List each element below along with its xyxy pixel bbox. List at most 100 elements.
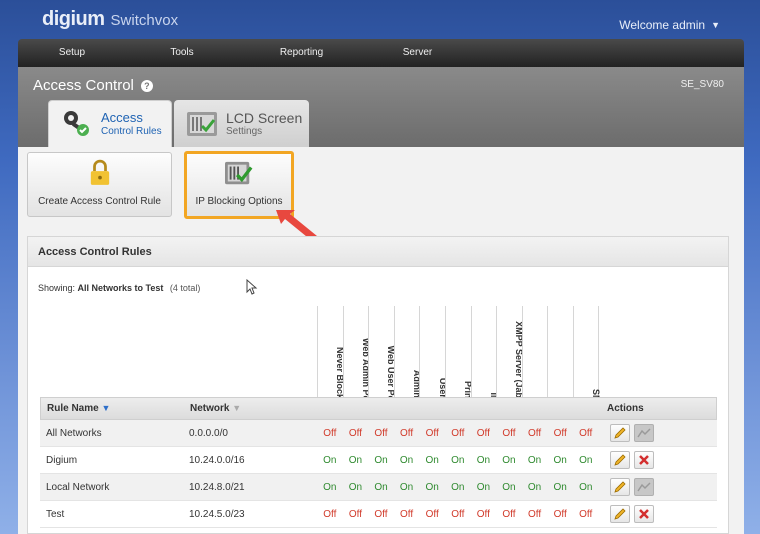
create-rule-label: Create Access Control Rule	[38, 196, 161, 207]
tab-lcd-screen-settings[interactable]: LCD Screen Settings	[174, 100, 309, 147]
ip-blocking-icon	[225, 161, 253, 185]
table-row: Digium 10.24.0.0/16 On On On On On On On On On On On	[40, 447, 717, 474]
nav-reporting[interactable]: Reporting	[244, 39, 359, 67]
col-network[interactable]: Network ▼	[186, 403, 316, 414]
permission-value: Off	[553, 427, 567, 439]
delete-button[interactable]	[634, 505, 654, 523]
nav-tools[interactable]: Tools	[126, 39, 238, 67]
server-id: SE_SV80	[680, 79, 724, 90]
pencil-icon	[614, 508, 626, 520]
col-rule-name[interactable]: Rule Name ▼	[41, 403, 186, 414]
table-row: All Networks 0.0.0.0/0 Off Off Off Off Off Off O…	[40, 420, 717, 447]
total-count: (4 total)	[169, 283, 201, 293]
showing-summary: Showing: All Networks to Test (4 total)	[38, 283, 200, 293]
permission-value: On	[553, 454, 567, 466]
permission-value: Off	[374, 508, 388, 520]
permission-value: Off	[476, 427, 490, 439]
permission-value: On	[476, 454, 491, 466]
edit-button[interactable]	[610, 478, 630, 496]
section-title: Access Control Rules	[28, 237, 728, 267]
pencil-icon	[614, 454, 626, 466]
edit-button[interactable]	[610, 424, 630, 442]
sort-desc-icon: ▼	[101, 403, 111, 413]
permission-value: On	[527, 454, 542, 466]
page-title-text: Access Control	[33, 77, 134, 94]
row-actions	[610, 424, 654, 442]
edit-button[interactable]	[610, 451, 630, 469]
permission-value: Off	[451, 427, 465, 439]
delete-x-icon	[639, 455, 649, 465]
row-actions	[610, 451, 654, 469]
permission-value: On	[527, 481, 542, 493]
tab-subtitle: Control Rules	[101, 125, 162, 137]
pencil-icon	[614, 481, 626, 493]
table-row: Test 10.24.5.0/23 Off Off Off Off Off Off Off Off…	[40, 501, 717, 528]
nav-server[interactable]: Server	[365, 39, 470, 67]
permission-value: Off	[400, 427, 414, 439]
network-cell: 10.24.8.0/21	[189, 481, 245, 493]
permission-value: On	[374, 454, 388, 466]
tab-subtitle: Settings	[226, 125, 263, 137]
sort-icon: ▼	[232, 403, 242, 413]
mouse-cursor-icon	[246, 279, 258, 295]
disabled-icon	[637, 482, 651, 492]
permission-value: On	[476, 481, 491, 493]
permission-value: Off	[348, 427, 362, 439]
welcome-text: Welcome admin	[619, 18, 706, 32]
permission-value: Off	[451, 508, 465, 520]
lcd-screen-icon	[187, 111, 217, 136]
delete-x-icon	[639, 509, 649, 519]
row-actions	[610, 505, 654, 523]
table-row: Local Network 10.24.8.0/21 On On On On On On On O…	[40, 474, 717, 501]
permission-value: On	[502, 481, 516, 493]
permission-value: On	[451, 454, 465, 466]
permission-value: Off	[527, 427, 542, 439]
digium-logo: digium	[42, 8, 105, 30]
row-actions	[610, 478, 654, 496]
rule-name-cell: Test	[46, 508, 65, 520]
permission-value: On	[502, 454, 516, 466]
permission-value: On	[425, 481, 439, 493]
permission-value: Off	[579, 427, 593, 439]
edit-button[interactable]	[610, 505, 630, 523]
delete-button[interactable]	[634, 424, 654, 442]
permission-value: Off	[502, 508, 516, 520]
permission-cells: Off Off Off Off Off Off Off Off Off Off Off	[317, 428, 599, 439]
permission-value: Off	[425, 508, 439, 520]
nav-setup[interactable]: Setup	[18, 39, 126, 67]
delete-button[interactable]	[634, 451, 654, 469]
network-cell: 0.0.0.0/0	[189, 427, 228, 439]
permission-value: On	[374, 481, 388, 493]
help-icon[interactable]: ?	[140, 79, 153, 92]
rule-name-cell: Digium	[46, 454, 78, 466]
permission-value: Off	[374, 427, 388, 439]
ip-blocking-label: IP Blocking Options	[195, 196, 283, 207]
table-header: Rule Name ▼ Network ▼ Actions	[40, 397, 717, 420]
permission-value: On	[348, 454, 363, 466]
disabled-icon	[637, 428, 651, 438]
permission-value: On	[323, 481, 337, 493]
network-cell: 10.24.5.0/23	[189, 508, 245, 520]
product-name: Switchvox	[110, 12, 179, 29]
page-title: Access Control ?	[33, 77, 153, 94]
permission-value: On	[399, 454, 414, 466]
create-access-control-rule-button[interactable]: Create Access Control Rule	[27, 152, 172, 217]
chevron-down-icon: ▼	[711, 20, 720, 30]
delete-button[interactable]	[634, 478, 654, 496]
showing-value: All Networks to Test	[77, 283, 164, 293]
tab-access-control-rules[interactable]: Access Control Rules	[48, 100, 172, 147]
permission-value: Off	[323, 427, 337, 439]
col-actions: Actions	[607, 403, 644, 414]
permission-value: Off	[579, 508, 593, 520]
permission-value: On	[579, 481, 593, 493]
permission-value: On	[425, 454, 439, 466]
panel-header: Access Control ? SE_SV80 Access Control …	[18, 67, 744, 147]
permission-cells: On On On On On On On On On On On	[317, 455, 599, 466]
tab-title: LCD Screen	[226, 109, 303, 126]
permission-value: Off	[348, 508, 362, 520]
permission-cells: Off Off Off Off Off Off Off Off Off Off Off	[317, 509, 599, 520]
permission-value: Off	[553, 508, 567, 520]
rule-name-cell: Local Network	[46, 481, 110, 493]
user-menu[interactable]: Welcome admin ▼	[619, 18, 720, 32]
permission-value: Off	[323, 508, 337, 520]
